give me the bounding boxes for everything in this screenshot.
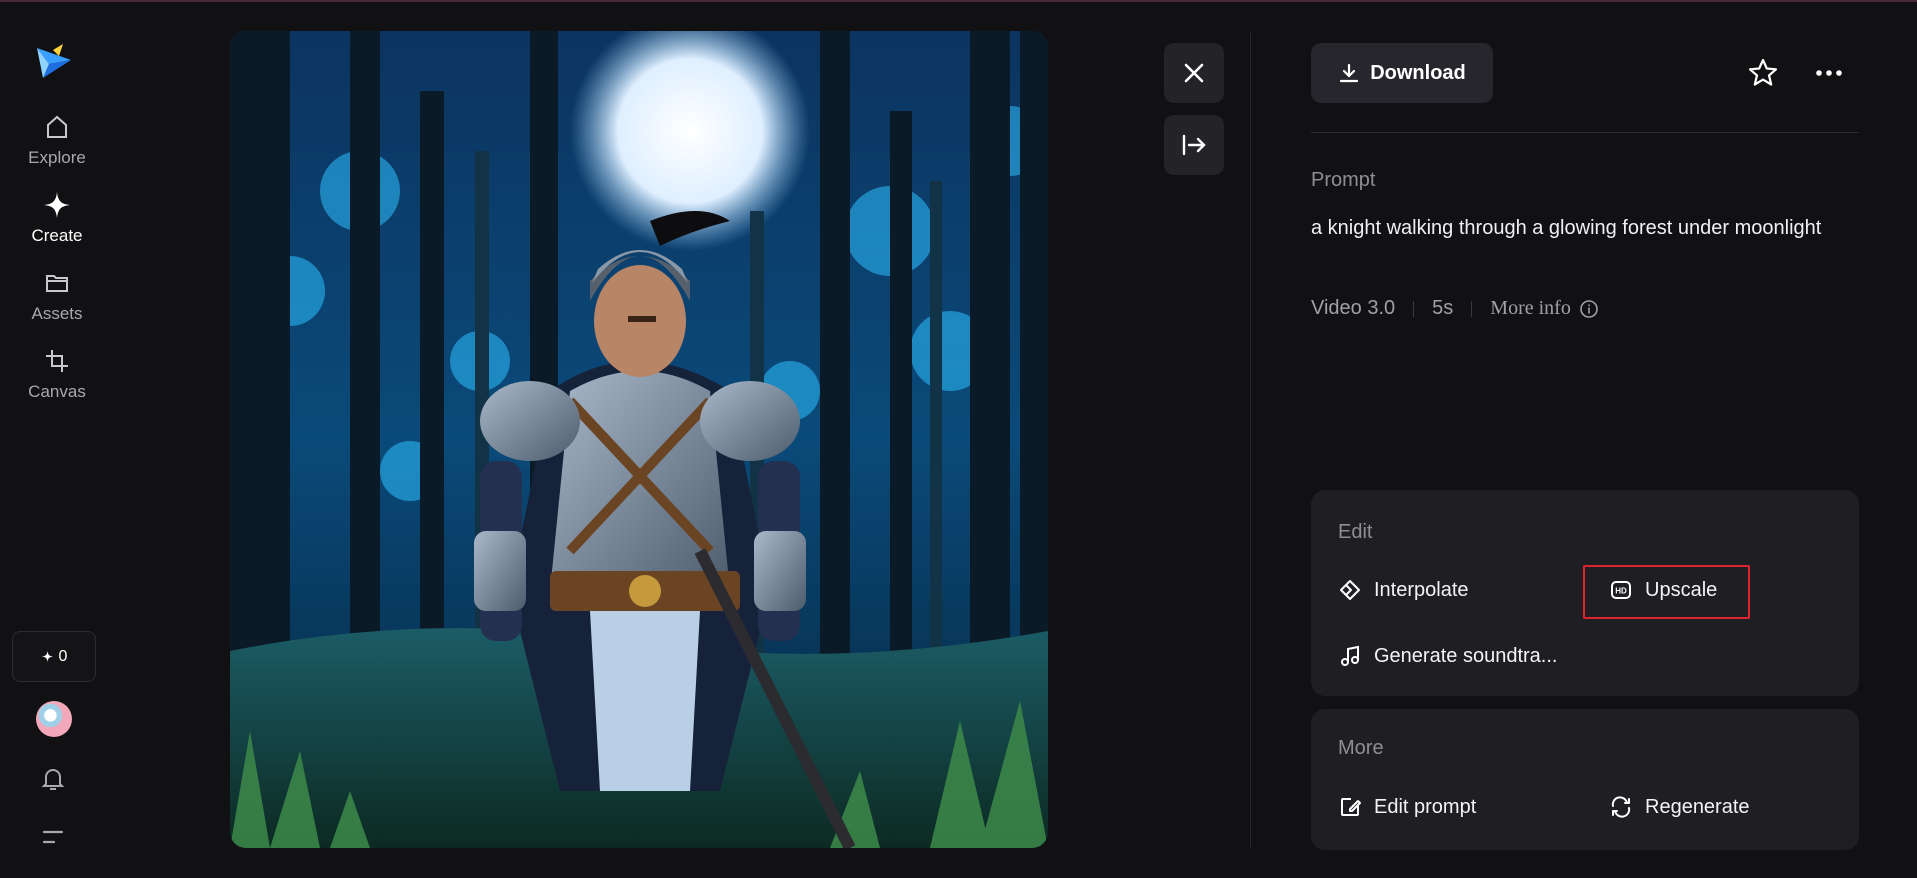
header-divider — [1311, 132, 1859, 133]
edit-prompt-button[interactable]: Edit prompt — [1338, 795, 1476, 819]
left-nav: Explore Create Assets Canvas 0 — [0, 2, 114, 878]
meta-separator — [1471, 300, 1473, 317]
more-info-label: More info — [1490, 297, 1571, 319]
nav-item-canvas[interactable]: Canvas — [0, 346, 114, 410]
edit-prompt-icon — [1341, 798, 1361, 816]
home-icon — [47, 115, 67, 138]
credits-count: 0 — [58, 647, 68, 665]
regenerate-button[interactable]: Regenerate — [1609, 795, 1750, 819]
regenerate-label: Regenerate — [1645, 795, 1750, 818]
model-version: Video 3.0 — [1311, 297, 1396, 319]
generate-soundtrack-label: Generate soundtra... — [1374, 644, 1558, 667]
generated-image[interactable] — [230, 31, 1048, 848]
close-button[interactable] — [1164, 43, 1224, 103]
generate-soundtrack-button[interactable]: Generate soundtra... — [1338, 644, 1557, 668]
edit-card: Edit Interpolate HD Upscale Generate sou… — [1311, 490, 1859, 696]
nav-item-explore[interactable]: Explore — [0, 112, 114, 176]
nav-item-assets[interactable]: Assets — [0, 268, 114, 332]
avatar[interactable] — [36, 701, 72, 737]
meta-row: Video 3.0 5s More info — [1311, 297, 1599, 320]
credits-badge[interactable]: 0 — [12, 631, 96, 682]
meta-separator — [1413, 300, 1415, 317]
collapse-panel-button[interactable] — [1164, 115, 1224, 175]
upscale-highlight-box — [1583, 565, 1750, 619]
prompt-text: a knight walking through a glowing fores… — [1311, 217, 1822, 239]
download-button[interactable]: Download — [1311, 43, 1493, 103]
collapse-panel-icon — [1182, 134, 1206, 156]
video-duration: 5s — [1432, 297, 1454, 319]
app-logo-icon[interactable] — [33, 42, 75, 84]
nav-label-create: Create — [31, 226, 83, 245]
nav-label-explore: Explore — [28, 148, 86, 167]
crop-icon — [46, 350, 68, 372]
nav-label-assets: Assets — [31, 304, 83, 323]
interpolate-label: Interpolate — [1374, 578, 1469, 601]
nav-item-create[interactable]: Create — [0, 190, 114, 254]
favorite-star-icon[interactable] — [1745, 55, 1781, 91]
interpolate-button[interactable]: Interpolate — [1338, 578, 1469, 602]
more-card: More Edit prompt Regenerate — [1311, 709, 1859, 850]
edit-heading: Edit — [1338, 521, 1373, 543]
nav-label-canvas: Canvas — [28, 382, 86, 401]
close-icon — [1184, 63, 1204, 83]
folder-icon — [46, 275, 68, 292]
download-label: Download — [1370, 61, 1466, 84]
bell-icon[interactable] — [38, 764, 68, 794]
sparkle-small-icon — [41, 650, 53, 663]
top-accent-line — [0, 0, 1917, 2]
edit-prompt-label: Edit prompt — [1374, 795, 1477, 818]
interpolate-icon — [1340, 580, 1360, 600]
download-icon — [1340, 63, 1359, 83]
menu-icon[interactable] — [40, 824, 66, 850]
music-note-icon — [1341, 645, 1359, 666]
sparkle-icon — [44, 192, 70, 218]
more-options-icon[interactable] — [1811, 55, 1847, 91]
prompt-heading: Prompt — [1311, 169, 1376, 191]
more-heading: More — [1338, 737, 1384, 759]
regenerate-icon — [1611, 796, 1631, 818]
more-info-link[interactable]: More info — [1490, 297, 1599, 320]
info-icon — [1580, 299, 1598, 318]
panel-divider — [1250, 31, 1251, 848]
